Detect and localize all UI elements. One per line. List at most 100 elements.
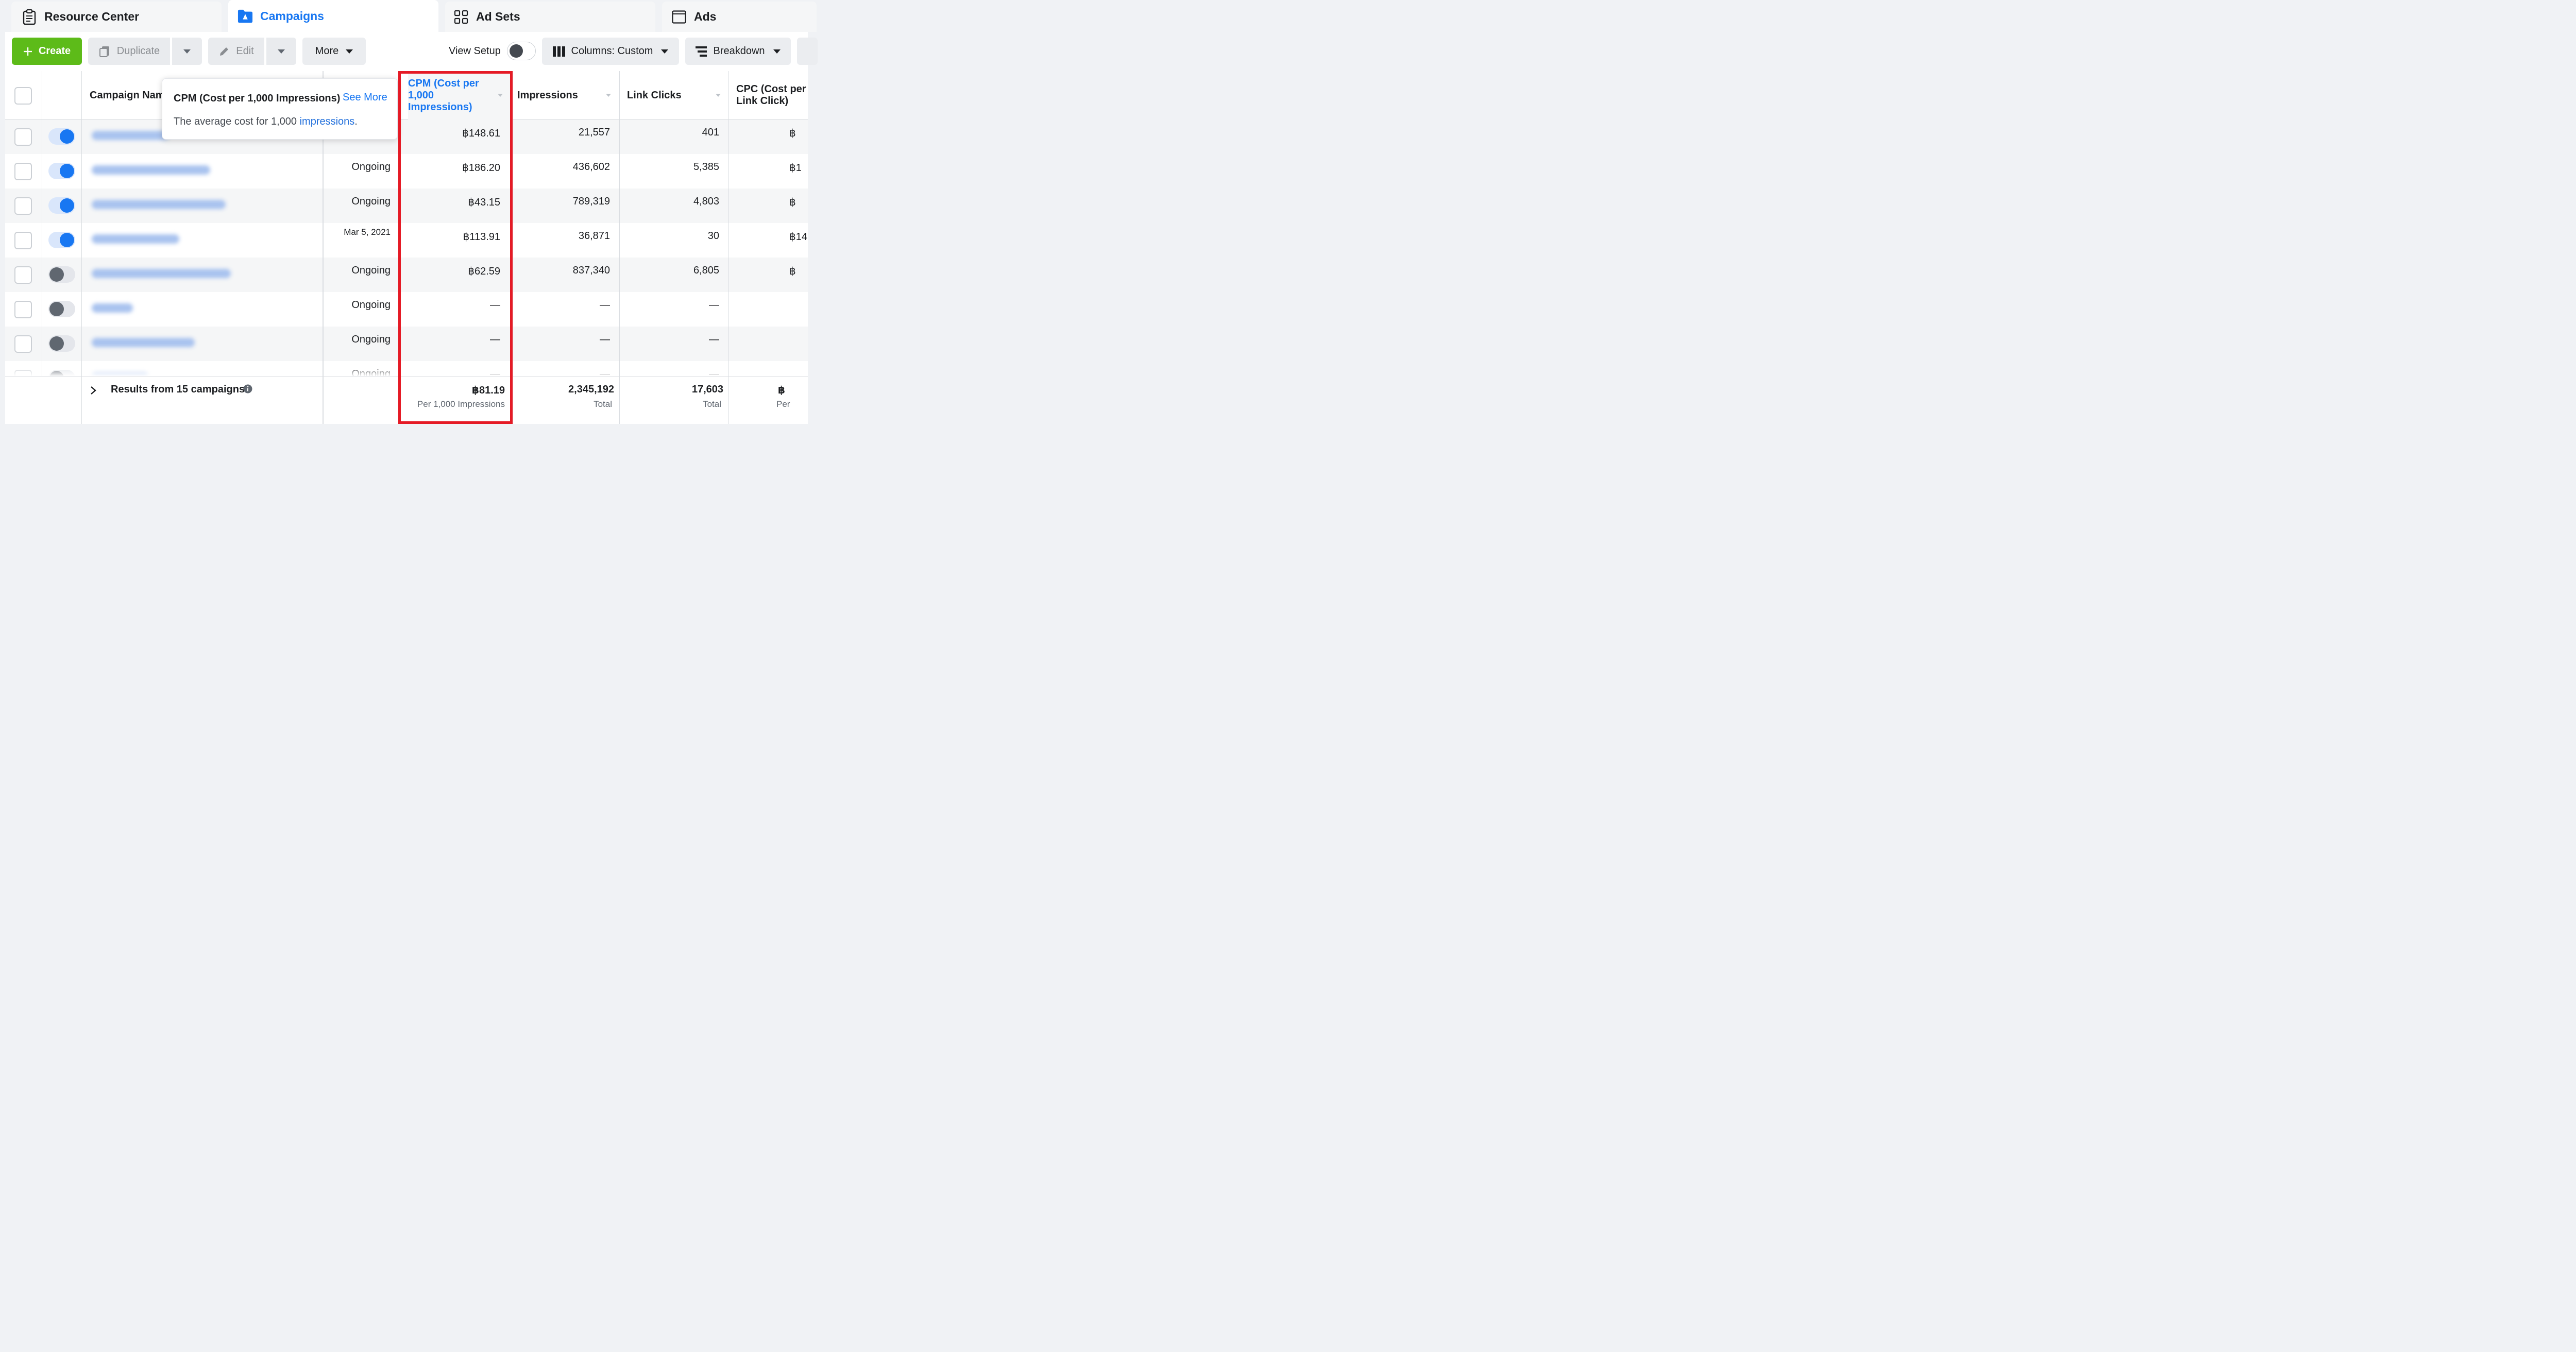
cpc-cell: ฿14: [789, 231, 807, 243]
expand-chevron-icon[interactable]: [90, 386, 97, 398]
edit-button[interactable]: Edit: [208, 38, 264, 65]
link-clicks-cell: 6,805: [693, 265, 719, 276]
cpm-cell: ฿62.59: [468, 266, 500, 277]
tooltip-text: The average cost for 1,000: [174, 116, 300, 127]
column-header-label: Link Clicks: [627, 89, 682, 101]
duplicate-button[interactable]: Duplicate: [88, 38, 170, 65]
impressions-cell: —: [600, 334, 610, 345]
table-row[interactable]: Ongoing ฿43.15 789,319 4,803 ฿: [5, 189, 808, 223]
impressions-cell: 21,557: [578, 127, 610, 138]
column-header-link-clicks[interactable]: Link Clicks: [627, 71, 729, 119]
table-row[interactable]: ฿148.61 21,557 401 ฿: [5, 119, 808, 154]
link-clicks-cell: —: [709, 334, 719, 345]
column-header-label: CPM (Cost per 1,000 Impressions): [408, 77, 479, 113]
columns-label: Columns: Custom: [571, 45, 653, 57]
edit-dropdown-button[interactable]: [266, 38, 296, 65]
tab-ad-sets[interactable]: Ad Sets: [445, 2, 655, 32]
row-checkbox[interactable]: [14, 266, 32, 284]
campaign-toggle[interactable]: [48, 128, 75, 145]
column-divider[interactable]: [619, 71, 620, 424]
tab-ads[interactable]: Ads: [662, 2, 817, 32]
campaign-name-link[interactable]: [92, 338, 195, 347]
row-checkbox[interactable]: [14, 128, 32, 146]
total-impressions: 2,345,192: [568, 384, 614, 395]
total-cpm: ฿81.19: [472, 385, 505, 396]
link-clicks-cell: 401: [702, 127, 719, 138]
column-divider[interactable]: [728, 71, 729, 424]
delivery-status-cell: Ongoing: [351, 334, 391, 345]
chevron-down-icon: [346, 49, 353, 54]
campaign-toggle[interactable]: [48, 197, 75, 214]
table-row[interactable]: Ongoing — — —: [5, 327, 808, 361]
create-label: Create: [38, 45, 71, 57]
column-header-impressions[interactable]: Impressions: [517, 71, 619, 119]
campaign-toggle[interactable]: [48, 301, 75, 317]
tab-label: Ad Sets: [476, 10, 520, 23]
campaign-name-link[interactable]: [92, 269, 231, 278]
cpm-cell: —: [490, 334, 500, 345]
campaign-toggle[interactable]: [48, 266, 75, 283]
column-divider: [81, 71, 82, 424]
see-more-link[interactable]: See More: [343, 92, 387, 104]
row-checkbox[interactable]: [14, 335, 32, 353]
campaign-toggle[interactable]: [48, 163, 75, 179]
tab-resource-center[interactable]: Resource Center: [11, 2, 222, 32]
create-button[interactable]: Create: [12, 38, 82, 65]
impressions-cell: 36,871: [578, 230, 610, 242]
tab-label: Resource Center: [44, 10, 140, 23]
total-cpc: ฿: [778, 385, 785, 396]
total-link-clicks: 17,603: [691, 384, 723, 395]
row-checkbox[interactable]: [14, 232, 32, 249]
row-checkbox[interactable]: [14, 301, 32, 318]
info-icon[interactable]: [243, 384, 252, 396]
total-link-clicks-caption: Total: [703, 399, 721, 409]
duplicate-dropdown-button[interactable]: [172, 38, 202, 65]
campaign-name-link[interactable]: [92, 234, 179, 244]
toggle-knob: [49, 267, 64, 282]
cpc-cell: ฿: [789, 197, 796, 208]
row-checkbox[interactable]: [14, 197, 32, 215]
table-row[interactable]: Ongoing ฿186.20 436,602 5,385 ฿1: [5, 154, 808, 189]
campaign-name-link[interactable]: [92, 303, 133, 313]
tab-campaigns[interactable]: Campaigns: [228, 0, 438, 32]
column-header-label: Impressions: [517, 89, 578, 101]
chevron-down-icon: [278, 49, 285, 54]
sort-icon[interactable]: [498, 94, 503, 97]
impressions-cell: 436,602: [572, 161, 610, 173]
campaign-name-link[interactable]: [92, 131, 169, 140]
columns-button[interactable]: Columns: Custom: [542, 38, 679, 65]
sort-icon[interactable]: [716, 94, 721, 97]
total-impressions-caption: Total: [594, 399, 612, 409]
campaign-toggle[interactable]: [48, 335, 75, 352]
toggle-knob: [60, 233, 74, 247]
scroll-fade: [5, 366, 808, 376]
row-checkbox[interactable]: [14, 163, 32, 180]
column-header-cpm[interactable]: CPM (Cost per 1,000 Impressions): [408, 71, 511, 119]
view-setup-toggle[interactable]: [507, 42, 536, 60]
overflow-button[interactable]: [797, 38, 818, 65]
toggle-knob: [60, 198, 74, 213]
cpm-cell: ฿148.61: [462, 128, 500, 139]
column-header-cpc[interactable]: CPC (Cost per Link Click): [736, 71, 808, 119]
link-clicks-cell: 5,385: [693, 161, 719, 173]
link-clicks-cell: 30: [707, 230, 719, 242]
cpm-cell: ฿113.91: [463, 231, 500, 243]
select-all-checkbox[interactable]: [14, 87, 32, 105]
folder-icon: [238, 8, 253, 24]
chevron-down-icon: [661, 49, 669, 54]
toggle-knob: [49, 336, 64, 351]
table-row[interactable]: Mar 5, 2021 ฿113.91 36,871 30 ฿14: [5, 223, 808, 258]
delivery-status-cell: Ongoing: [351, 299, 391, 311]
breakdown-button[interactable]: Breakdown: [685, 38, 791, 65]
delivery-status-cell: Ongoing: [351, 161, 391, 173]
sort-icon[interactable]: [606, 94, 611, 97]
duplicate-icon: [98, 45, 111, 58]
campaign-name-link[interactable]: [92, 200, 226, 209]
campaign-toggle[interactable]: [48, 232, 75, 248]
more-button[interactable]: More: [302, 38, 366, 65]
table-row[interactable]: Ongoing ฿62.59 837,340 6,805 ฿: [5, 258, 808, 292]
impressions-link[interactable]: impressions: [300, 116, 355, 127]
results-summary-row: Results from 15 campaigns ฿81.19 Per 1,0…: [5, 376, 808, 424]
campaign-name-link[interactable]: [92, 165, 210, 175]
table-row[interactable]: Ongoing — — —: [5, 292, 808, 327]
